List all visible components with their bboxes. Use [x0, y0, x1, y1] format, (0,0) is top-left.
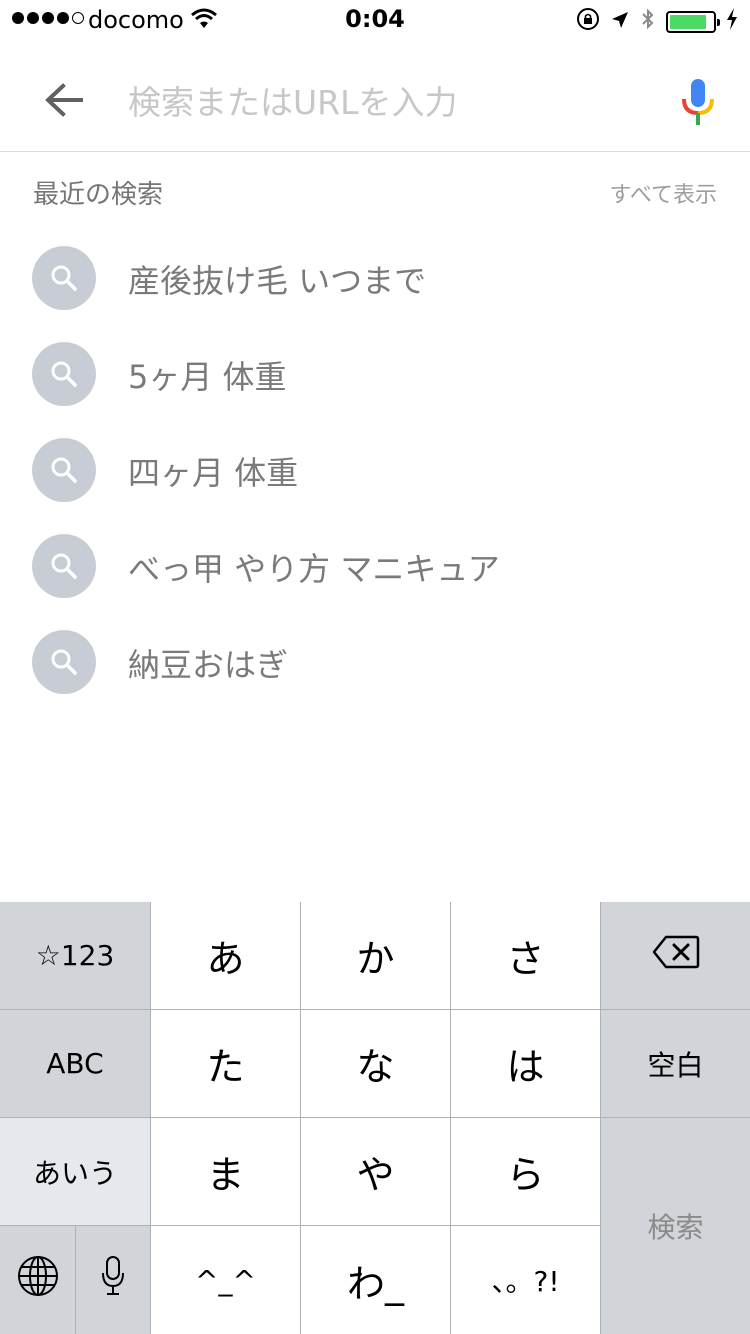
- search-icon: [32, 342, 96, 406]
- search-icon: [32, 534, 96, 598]
- key-label: は: [506, 1045, 545, 1089]
- recent-search-item[interactable]: 納豆おはぎ: [0, 614, 750, 710]
- key-ka[interactable]: か: [301, 902, 450, 1009]
- key-punctuation[interactable]: 、。?!: [451, 1226, 600, 1334]
- key-label: な: [356, 1045, 395, 1089]
- key-label: ABC: [46, 1047, 104, 1080]
- key-label: か: [356, 937, 395, 981]
- arrow-left-icon: [43, 82, 83, 122]
- key-delete[interactable]: [601, 902, 750, 1009]
- japanese-kana-keyboard: ☆123 あ か さ ABC た な は 空白 あいう ま や ら 検索 ^_^…: [0, 902, 750, 1334]
- search-icon: [32, 246, 96, 310]
- recent-search-item[interactable]: 5ヶ月 体重: [0, 326, 750, 422]
- recent-search-text: 四ヶ月 体重: [128, 454, 299, 492]
- key-search[interactable]: 検索: [601, 1118, 750, 1334]
- status-icons: [576, 7, 738, 37]
- recent-searches-title: 最近の検索: [33, 180, 164, 210]
- key-ha[interactable]: は: [451, 1010, 600, 1117]
- key-ya[interactable]: や: [301, 1118, 450, 1225]
- key-dictation[interactable]: [76, 1226, 150, 1334]
- key-label: 、。?!: [491, 1265, 560, 1298]
- key-abc[interactable]: ABC: [0, 1010, 150, 1117]
- status-bar: docomo 0:04: [0, 0, 750, 40]
- key-ta[interactable]: た: [151, 1010, 300, 1117]
- backspace-icon: [652, 934, 700, 978]
- recent-searches-list: 産後抜け毛 いつまで 5ヶ月 体重 四ヶ月 体重 べっ甲 やり方 マニキュア 納…: [0, 230, 750, 710]
- key-emoticon[interactable]: ^_^: [151, 1226, 300, 1334]
- key-globe[interactable]: [0, 1226, 75, 1334]
- key-ma[interactable]: ま: [151, 1118, 300, 1225]
- key-numbers[interactable]: ☆123: [0, 902, 150, 1009]
- key-label: さ: [506, 937, 545, 981]
- search-bar: [0, 48, 750, 152]
- key-label: 空白: [647, 1048, 704, 1082]
- search-input[interactable]: [128, 74, 648, 130]
- key-label: 検索: [647, 1211, 704, 1244]
- key-wa[interactable]: わ_: [301, 1226, 450, 1334]
- key-na[interactable]: な: [301, 1010, 450, 1117]
- bluetooth-icon: [640, 7, 656, 37]
- key-ra[interactable]: ら: [451, 1118, 600, 1225]
- key-label: ☆123: [35, 939, 115, 972]
- key-space[interactable]: 空白: [601, 1010, 750, 1117]
- key-kana-mode[interactable]: あいう: [0, 1118, 150, 1225]
- key-label: わ_: [346, 1261, 404, 1306]
- orientation-lock-icon: [576, 7, 600, 37]
- key-label: ま: [206, 1153, 245, 1197]
- key-label: ^_^: [195, 1263, 256, 1297]
- battery-cap: [717, 19, 720, 26]
- recent-search-text: 5ヶ月 体重: [128, 358, 287, 396]
- key-label: ら: [506, 1153, 545, 1197]
- key-label: や: [356, 1153, 395, 1197]
- microphone-icon: [100, 1255, 126, 1306]
- key-a[interactable]: あ: [151, 902, 300, 1009]
- recent-search-item[interactable]: 産後抜け毛 いつまで: [0, 230, 750, 326]
- battery-icon: [666, 11, 720, 33]
- battery-fill: [670, 15, 706, 29]
- show-all-link[interactable]: すべて表示: [609, 177, 717, 209]
- location-icon: [610, 8, 630, 36]
- recent-searches-header: 最近の検索 すべて表示: [0, 168, 750, 212]
- search-icon: [32, 630, 96, 694]
- recent-search-item[interactable]: べっ甲 やり方 マニキュア: [0, 518, 750, 614]
- recent-search-text: 納豆おはぎ: [128, 646, 289, 684]
- search-icon: [32, 438, 96, 502]
- recent-search-text: べっ甲 やり方 マニキュア: [128, 550, 500, 588]
- voice-search-button[interactable]: [672, 78, 724, 130]
- back-button[interactable]: [30, 74, 96, 130]
- recent-search-item[interactable]: 四ヶ月 体重: [0, 422, 750, 518]
- key-sa[interactable]: さ: [451, 902, 600, 1009]
- key-label: あ: [206, 937, 245, 981]
- globe-icon: [17, 1255, 59, 1306]
- google-mic-icon: [678, 77, 718, 131]
- key-label: あいう: [32, 1156, 117, 1190]
- charging-icon: [726, 8, 738, 36]
- recent-search-text: 産後抜け毛 いつまで: [128, 262, 427, 300]
- key-label: た: [206, 1045, 245, 1089]
